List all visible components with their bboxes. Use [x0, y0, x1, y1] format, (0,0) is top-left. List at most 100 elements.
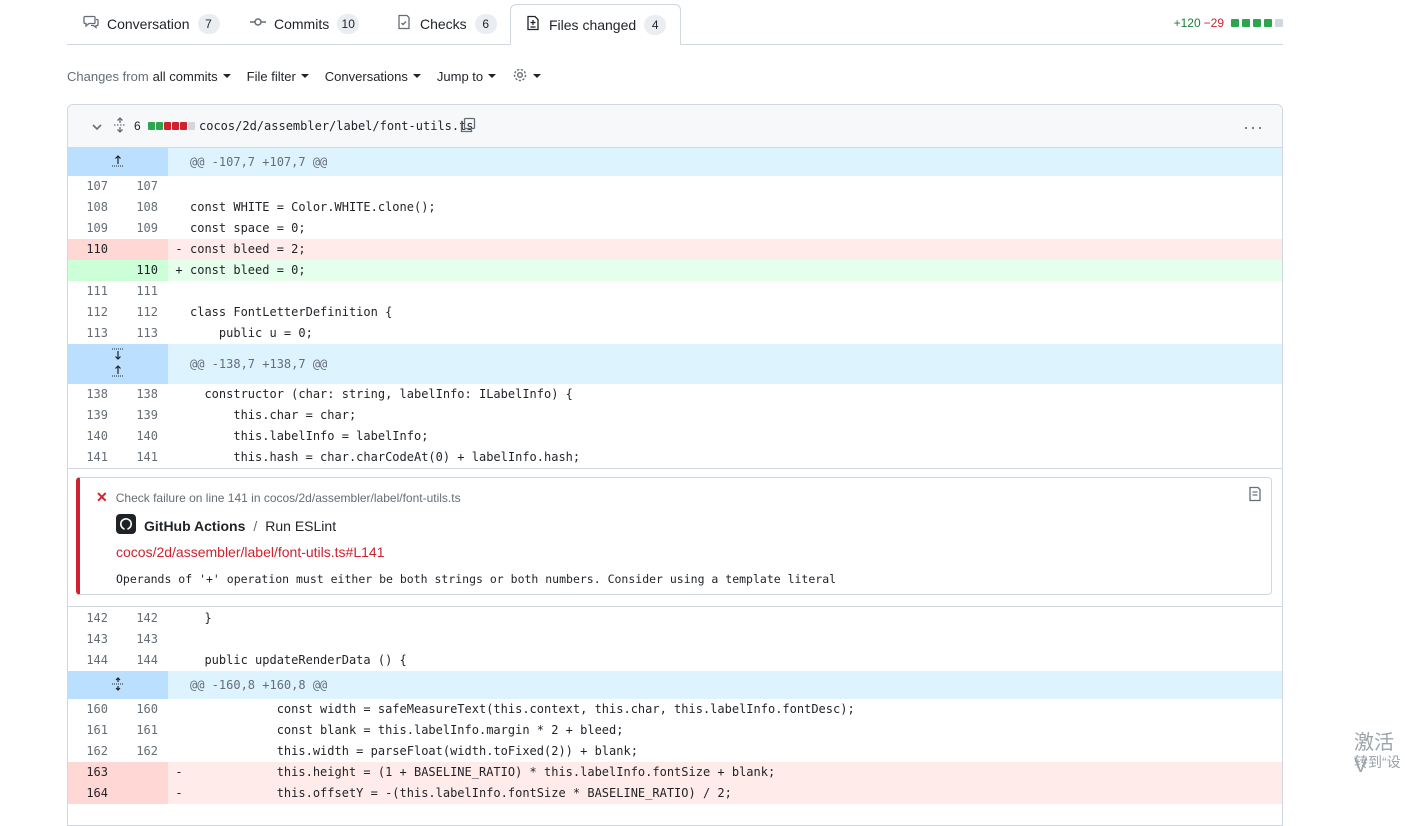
changes-from-dropdown[interactable]: Changes from all commits [67, 69, 231, 84]
new-line-number[interactable]: 160 [118, 699, 168, 720]
code-line: this.height = (1 + BASELINE_RATIO) * thi… [190, 765, 776, 779]
expand-all-button[interactable] [68, 671, 168, 699]
code-line: constructor (char: string, labelInfo: IL… [190, 387, 573, 401]
chevron-down-icon[interactable] [90, 120, 104, 137]
old-line-number[interactable]: 112 [68, 302, 118, 323]
view-details-icon[interactable] [1247, 486, 1263, 505]
diff-sign [168, 720, 190, 741]
annotation-title: ✕ Check failure on line 141 in cocos/2d/… [96, 489, 461, 506]
old-line-number[interactable]: 160 [68, 699, 118, 720]
old-line-number[interactable] [68, 260, 118, 281]
diff-sign [168, 405, 190, 426]
file-path[interactable]: cocos/2d/assembler/label/font-utils.ts [199, 119, 474, 133]
new-line-number[interactable]: 161 [118, 720, 168, 741]
more-options-icon[interactable]: ··· [1243, 117, 1264, 138]
new-line-number[interactable]: 143 [118, 629, 168, 650]
diff-settings-dropdown[interactable] [512, 67, 542, 86]
caret-down-icon [412, 74, 421, 78]
tab-label: Commits [274, 15, 330, 32]
new-line-number[interactable] [118, 239, 168, 260]
new-line-number[interactable]: 108 [118, 197, 168, 218]
code-line: const bleed = 2; [190, 242, 306, 256]
gear-icon [512, 67, 528, 86]
diff-line: 107 107 [68, 176, 1282, 197]
diff-sign [168, 741, 190, 762]
old-line-number[interactable]: 113 [68, 323, 118, 344]
expand-both-button[interactable] [68, 344, 168, 384]
annotation-separator: / [253, 517, 258, 534]
tab-count: 6 [474, 13, 497, 34]
diff-sign [168, 281, 190, 302]
file-filter-dropdown[interactable]: File filter [247, 69, 309, 84]
deletions-count: −29 [1203, 16, 1224, 30]
diff-sign [168, 629, 190, 650]
old-line-number[interactable]: 109 [68, 218, 118, 239]
old-line-number[interactable]: 111 [68, 281, 118, 302]
diff-line: 139 139 this.char = char; [68, 405, 1282, 426]
new-line-number[interactable] [118, 762, 168, 783]
tab-commits[interactable]: Commits 10 [250, 4, 360, 43]
old-line-number[interactable]: 161 [68, 720, 118, 741]
copy-icon[interactable] [460, 117, 476, 136]
old-line-number[interactable]: 138 [68, 384, 118, 405]
diff-line-added: 110 + const bleed = 0; [68, 260, 1282, 281]
code-line: const bleed = 0; [190, 263, 306, 277]
tab-checks[interactable]: Checks 6 [396, 4, 497, 43]
diff-sign [168, 302, 190, 323]
new-line-number[interactable]: 109 [118, 218, 168, 239]
new-line-number[interactable]: 140 [118, 426, 168, 447]
code-line: public updateRenderData () { [190, 653, 407, 667]
conversations-label: Conversations [324, 68, 408, 84]
expand-up-icon [111, 154, 125, 171]
github-icon [116, 514, 136, 537]
new-line-number[interactable]: 142 [118, 608, 168, 629]
code-line: this.hash = char.charCodeAt(0) + labelIn… [190, 450, 581, 464]
code-line: this.offsetY = -(this.labelInfo.fontSize… [190, 786, 732, 800]
new-line-number[interactable]: 139 [118, 405, 168, 426]
hunk-header: @@ -160,8 +160,8 @@ [68, 671, 1282, 699]
new-line-number[interactable]: 138 [118, 384, 168, 405]
annotation-message: Operands of '+' operation must either be… [116, 572, 837, 586]
new-line-number[interactable] [118, 783, 168, 804]
jump-to-dropdown[interactable]: Jump to [436, 68, 497, 84]
old-line-number[interactable]: 108 [68, 197, 118, 218]
expand-up-button[interactable] [68, 148, 168, 176]
annotation-link[interactable]: cocos/2d/assembler/label/font-utils.ts#L… [116, 544, 384, 560]
new-line-number[interactable]: 107 [118, 176, 168, 197]
expand-all-icon[interactable] [112, 117, 128, 136]
old-line-number[interactable]: 140 [68, 426, 118, 447]
old-line-number[interactable]: 139 [68, 405, 118, 426]
check-annotation: ✕ Check failure on line 141 in cocos/2d/… [76, 477, 1272, 595]
new-line-number[interactable]: 111 [118, 281, 168, 302]
old-line-number[interactable]: 144 [68, 650, 118, 671]
new-line-number[interactable]: 144 [118, 650, 168, 671]
old-line-number[interactable]: 110 [68, 239, 118, 260]
conversation-icon [83, 14, 99, 33]
old-line-number[interactable]: 164 [68, 783, 118, 804]
conversations-dropdown[interactable]: Conversations [325, 69, 421, 84]
tab-files-changed[interactable]: Files changed 4 [510, 4, 682, 45]
new-line-number[interactable]: 113 [118, 323, 168, 344]
old-line-number[interactable]: 141 [68, 447, 118, 468]
file-changes-count: 6 [134, 119, 141, 133]
old-line-number[interactable]: 143 [68, 629, 118, 650]
diff-sign [168, 384, 190, 405]
new-line-number[interactable]: 141 [118, 447, 168, 468]
old-line-number[interactable]: 142 [68, 608, 118, 629]
tab-conversation[interactable]: Conversation 7 [83, 4, 220, 43]
jump-to-label: Jump to [436, 68, 484, 84]
diff-sign [168, 426, 190, 447]
code-line: public u = 0; [190, 326, 313, 340]
new-line-number[interactable]: 110 [118, 260, 168, 281]
file-diff-icon [525, 15, 541, 34]
old-line-number[interactable]: 107 [68, 176, 118, 197]
diff-toolbar: Changes from all commits File filter Con… [67, 66, 557, 86]
os-activation-watermark-sub: 转到“设 [1354, 754, 1401, 770]
new-line-number[interactable]: 162 [118, 741, 168, 762]
old-line-number[interactable]: 162 [68, 741, 118, 762]
old-line-number[interactable]: 163 [68, 762, 118, 783]
file-header: 6 cocos/2d/assembler/label/font-utils.ts… [68, 105, 1282, 148]
diff-sign: + [175, 263, 183, 277]
code-line: } [190, 611, 212, 625]
new-line-number[interactable]: 112 [118, 302, 168, 323]
